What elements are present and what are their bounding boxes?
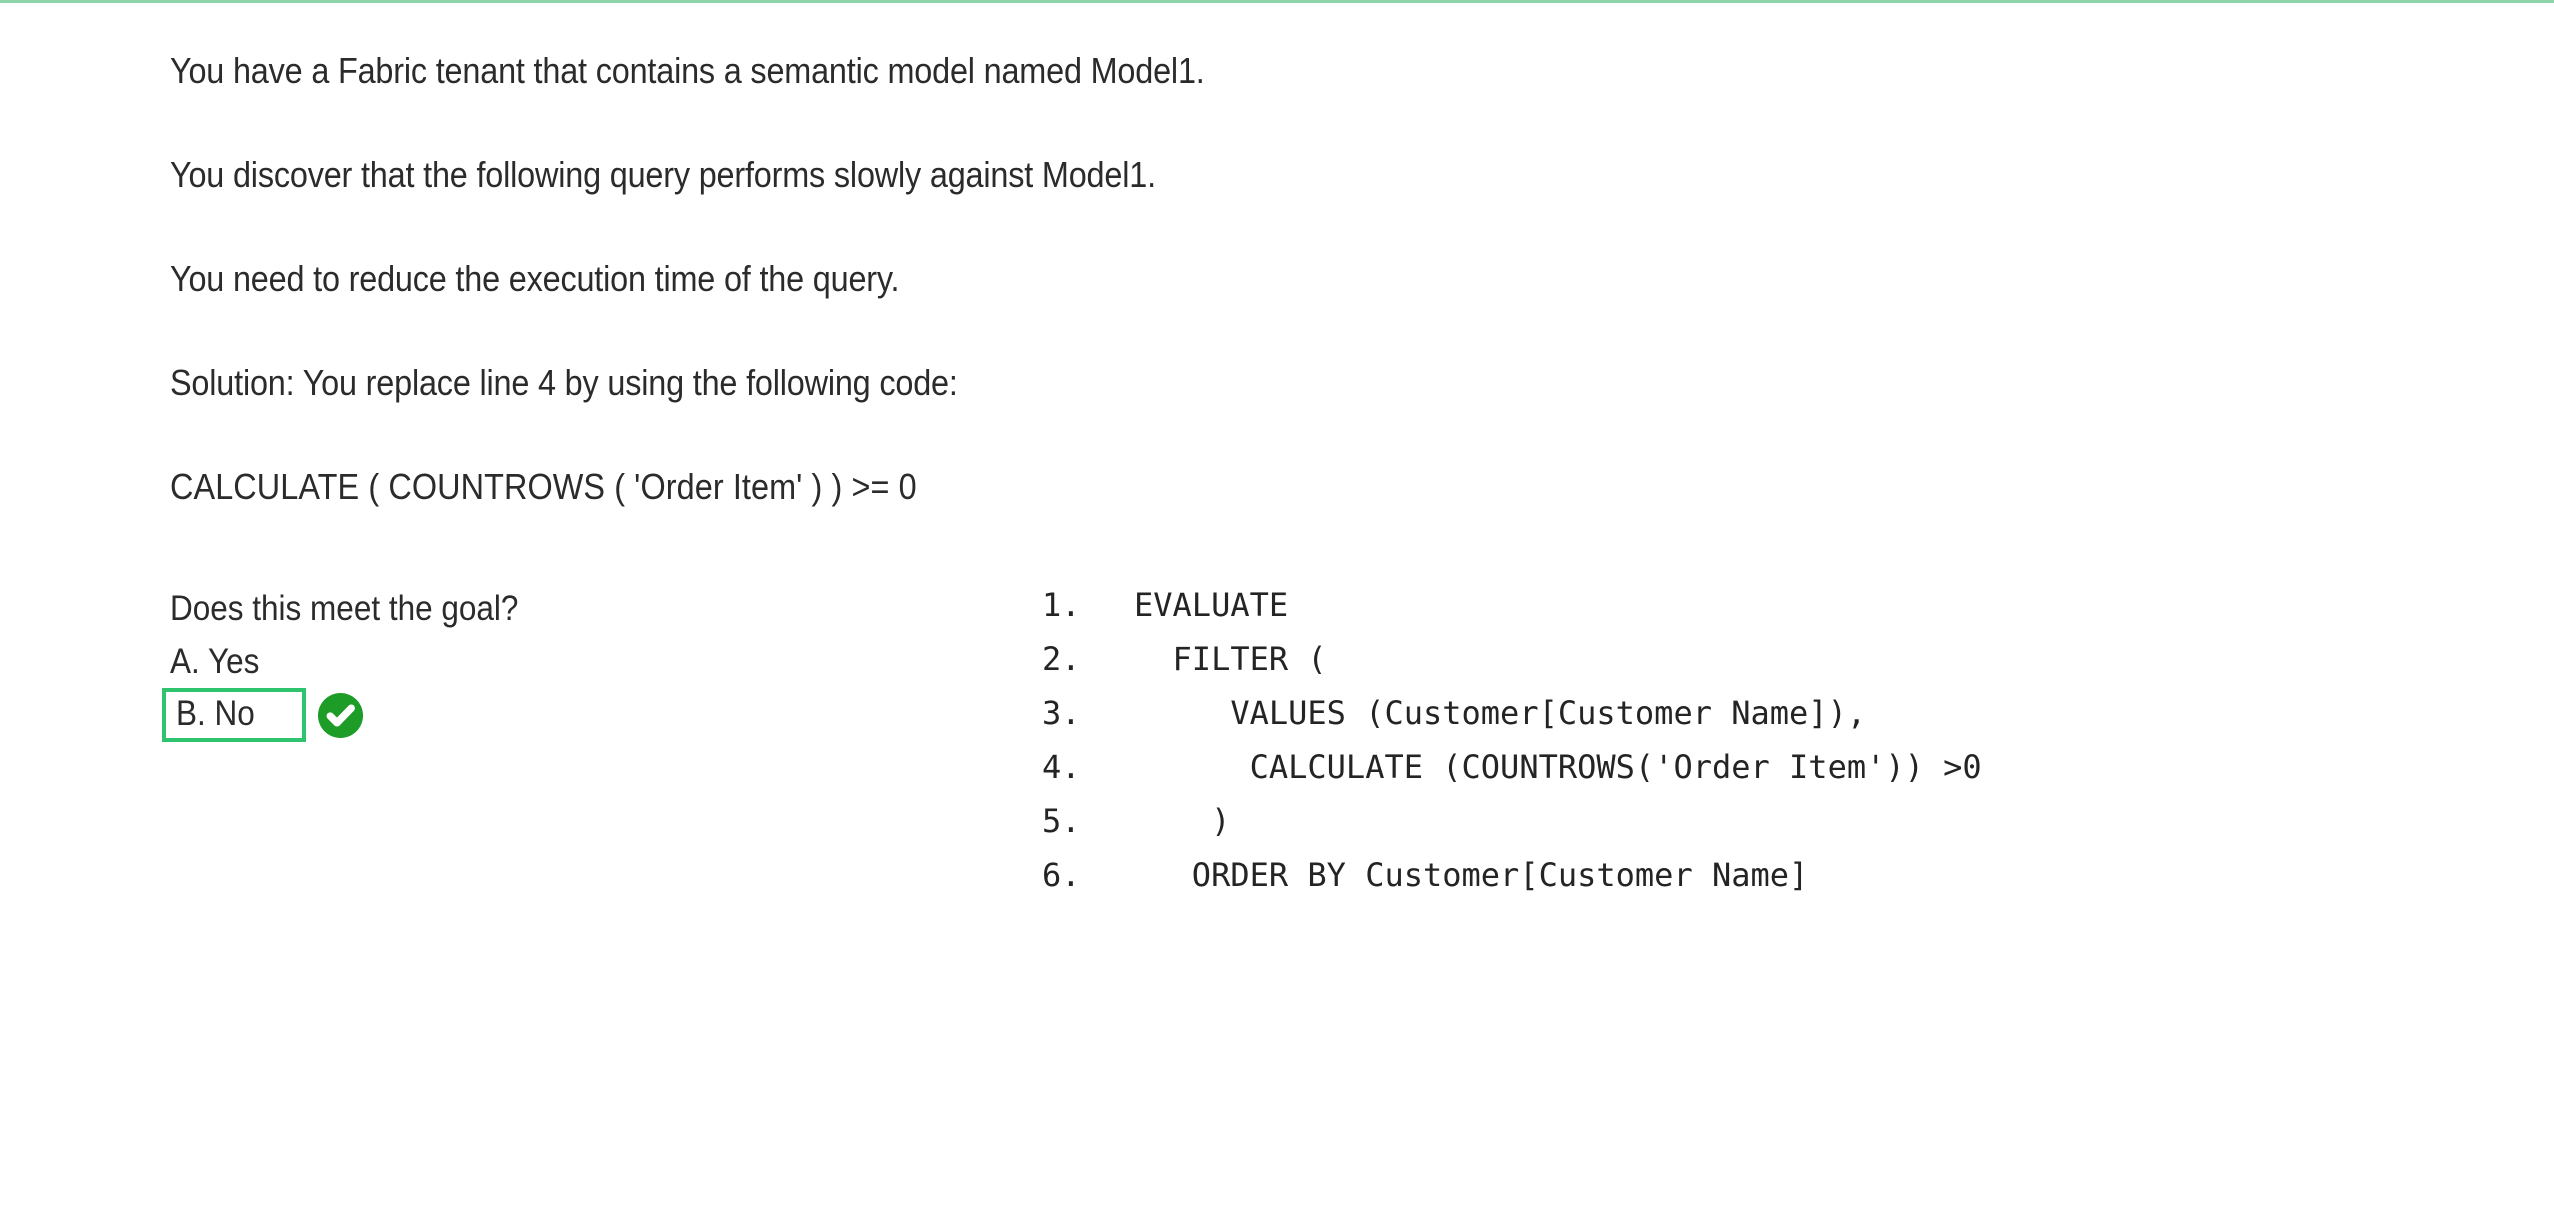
code-line-text: EVALUATE: [1134, 586, 1289, 624]
code-line-text: FILTER (: [1134, 640, 1327, 678]
answer-choices-block: Does this meet the goal? A. Yes B. No: [162, 588, 870, 742]
document-page: You have a Fabric tenant that contains a…: [0, 0, 2554, 1212]
code-line: 3. VALUES (Customer[Customer Name]),: [1042, 686, 1982, 740]
code-line-text: ORDER BY Customer[Customer Name]: [1134, 856, 1809, 894]
code-line-number: 4.: [1042, 748, 1081, 786]
answer-option-b-highlight-box[interactable]: B. No: [162, 688, 306, 742]
code-line-number: 2.: [1042, 640, 1081, 678]
answer-option-b-label: B. No: [176, 694, 255, 733]
question-prose-block: You have a Fabric tenant that contains a…: [170, 50, 1320, 570]
check-circle-icon: [317, 692, 363, 738]
dax-code-listing: 1. EVALUATE 2. FILTER ( 3. VALUES (Custo…: [1042, 578, 1982, 902]
prose-line-scenario: You have a Fabric tenant that contains a…: [170, 50, 1205, 91]
prose-line-solution: Solution: You replace line 4 by using th…: [170, 362, 958, 403]
code-line: 6. ORDER BY Customer[Customer Name]: [1042, 848, 1982, 902]
code-line: 2. FILTER (: [1042, 632, 1982, 686]
code-line: 5. ): [1042, 794, 1982, 848]
code-line-number: 6.: [1042, 856, 1081, 894]
code-line: 4. CALCULATE (COUNTROWS('Order Item')) >…: [1042, 740, 1982, 794]
answer-option-b-row: B. No: [162, 688, 870, 742]
code-line-number: 5.: [1042, 802, 1081, 840]
code-line-text: VALUES (Customer[Customer Name]),: [1134, 694, 1867, 732]
code-line: 1. EVALUATE: [1042, 578, 1982, 632]
prose-line-replacement-code: CALCULATE ( COUNTROWS ( 'Order Item' ) )…: [170, 466, 917, 507]
question-prompt: Does this meet the goal?: [170, 589, 519, 628]
code-line-number: 1.: [1042, 586, 1081, 624]
code-line-text: ): [1134, 802, 1231, 840]
answer-option-a[interactable]: A. Yes: [170, 641, 800, 682]
code-line-number: 3.: [1042, 694, 1081, 732]
prose-line-discovery: You discover that the following query pe…: [170, 154, 1156, 195]
code-line-text: CALCULATE (COUNTROWS('Order Item')) >0: [1134, 748, 1982, 786]
prose-line-requirement: You need to reduce the execution time of…: [170, 258, 900, 299]
